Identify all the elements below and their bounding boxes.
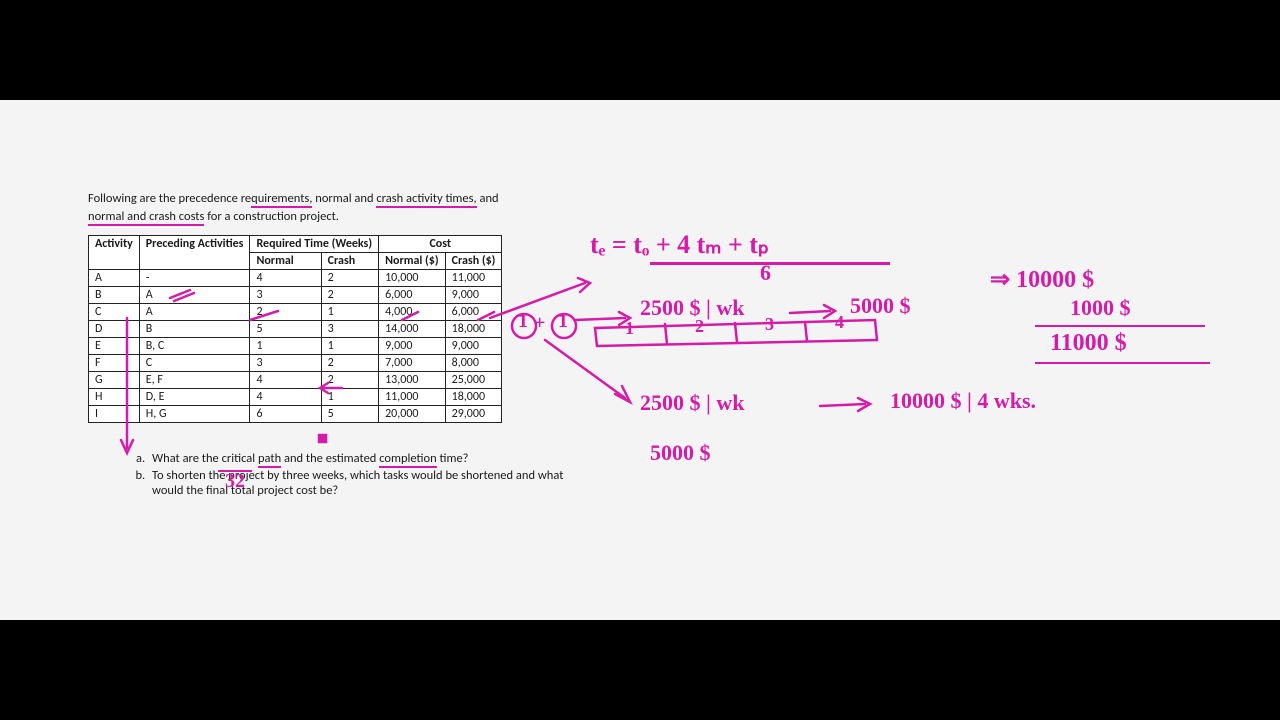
hand-circled-1b: 1: [558, 310, 568, 333]
col-cost: Cost: [379, 236, 502, 253]
hand-10000-4wks: 10000 $ | 4 wks.: [890, 388, 1036, 414]
table-cell: 9,000: [379, 338, 446, 355]
table-cell: B: [139, 321, 250, 338]
intro-text: and: [477, 191, 499, 206]
intro-underlined: crash activity times,: [376, 191, 476, 208]
table-cell: 8,000: [445, 355, 502, 372]
checkmark-icon: [168, 288, 198, 302]
table-cell: 10,000: [379, 270, 446, 287]
table-row: CA214,0006,000: [89, 304, 502, 321]
table-header-row: Activity Preceding Activities Required T…: [89, 236, 502, 253]
table-cell: 14,000: [379, 321, 446, 338]
table-cell: 4: [250, 389, 321, 406]
question-list: What are the critical path and the estim…: [108, 451, 568, 498]
table-cell: 6: [250, 406, 321, 423]
table-cell: 2: [321, 355, 378, 372]
arrow-down-icon: [120, 318, 134, 458]
question-a: What are the critical path and the estim…: [148, 451, 568, 466]
col-reqtime: Required Time (Weeks): [250, 236, 379, 253]
hand-1000: 1000 $: [1070, 295, 1131, 321]
table-cell: 11,000: [379, 389, 446, 406]
table-cell: 5: [250, 321, 321, 338]
intro-text: for a construction project.: [204, 209, 339, 224]
table-cell: 4: [250, 270, 321, 287]
table-row: GE, F4213,00025,000: [89, 372, 502, 389]
intro-paragraph: Following are the precedence requirement…: [88, 190, 568, 225]
table-cell: 29,000: [445, 406, 502, 423]
table-cell: 2: [321, 287, 378, 304]
col-crash-cost: Crash ($): [445, 253, 502, 270]
table-cell: 7,000: [379, 355, 446, 372]
hand-sum-line: [1035, 362, 1210, 364]
hand-plus: +: [534, 312, 545, 335]
table-row: HD, E4111,00018,000: [89, 389, 502, 406]
table-row: A-4210,00011,000: [89, 270, 502, 287]
table-cell: B: [89, 287, 140, 304]
hand-circled-1a: 1: [518, 310, 528, 333]
bar-label-1: 1: [625, 318, 634, 339]
table-cell: 25,000: [445, 372, 502, 389]
table-cell: A: [139, 304, 250, 321]
hand-10000: ⇒ 10000 $: [990, 265, 1094, 294]
col-preceding: Preceding Activities: [139, 236, 250, 270]
table-row: IH, G6520,00029,000: [89, 406, 502, 423]
table-cell: C: [139, 355, 250, 372]
hand-2500wk-b: 2500 $ | wk: [640, 390, 744, 416]
table-cell: 3: [321, 321, 378, 338]
intro-text: Following are the precedence re: [88, 191, 251, 206]
arrow-right-icon: [820, 398, 875, 414]
question-b: To shorten the project by three weeks, w…: [148, 468, 568, 498]
table-cell: 3: [250, 287, 321, 304]
intro-underlined: quirements,: [251, 191, 312, 208]
table-cell: D, E: [139, 389, 250, 406]
bar-label-3: 3: [765, 314, 774, 335]
col-normal-time: Normal: [250, 253, 321, 270]
hand-5000: 5000 $: [850, 293, 911, 319]
hand-formula-top: tₑ = tₒ + 4 tₘ + tₚ: [590, 230, 769, 260]
hand-sum-32: 32: [225, 470, 245, 493]
table-cell: 4: [250, 372, 321, 389]
hand-formula-denom: 6: [760, 260, 771, 286]
tick-icon: [402, 312, 420, 322]
table-cell: B, C: [139, 338, 250, 355]
bar-label-4: 4: [835, 312, 844, 333]
table-cell: 1: [250, 338, 321, 355]
square-mark-icon: [318, 434, 328, 444]
table-cell: A: [89, 270, 140, 287]
table-cell: 13,000: [379, 372, 446, 389]
strike-icon: [250, 310, 280, 322]
table-cell: 1: [321, 338, 378, 355]
table-cell: 5: [321, 406, 378, 423]
table-cell: 18,000: [445, 389, 502, 406]
hand-line: [218, 470, 252, 472]
col-normal-cost: Normal ($): [379, 253, 446, 270]
table-cell: 3: [250, 355, 321, 372]
table-cell: 1: [321, 304, 378, 321]
table-cell: 20,000: [379, 406, 446, 423]
table-row: DB5314,00018,000: [89, 321, 502, 338]
activity-table: Activity Preceding Activities Required T…: [88, 235, 502, 423]
whiteboard: Following are the precedence requirement…: [0, 100, 1280, 620]
table-row: BA326,0009,000: [89, 287, 502, 304]
table-cell: E, F: [139, 372, 250, 389]
intro-underlined: normal and crash costs: [88, 209, 204, 226]
table-row: EB, C119,0009,000: [89, 338, 502, 355]
problem-text: Following are the precedence requirement…: [88, 190, 568, 511]
tick-icon: [478, 312, 496, 322]
col-activity: Activity: [89, 236, 140, 270]
bar-label-2: 2: [695, 316, 704, 337]
table-cell: 9,000: [445, 338, 502, 355]
hand-11000: 11000 $: [1050, 330, 1127, 357]
col-crash-time: Crash: [321, 253, 378, 270]
table-cell: -: [139, 270, 250, 287]
table-row: FC327,0008,000: [89, 355, 502, 372]
intro-text: normal and: [312, 191, 376, 206]
table-cell: 6,000: [379, 287, 446, 304]
hand-5000b: 5000 $: [650, 440, 711, 466]
arrow-down-right-icon: [540, 340, 640, 410]
table-cell: H, G: [139, 406, 250, 423]
table-cell: 2: [321, 270, 378, 287]
arrow-left-icon: [318, 382, 344, 394]
hand-sum-line: [1035, 325, 1205, 327]
